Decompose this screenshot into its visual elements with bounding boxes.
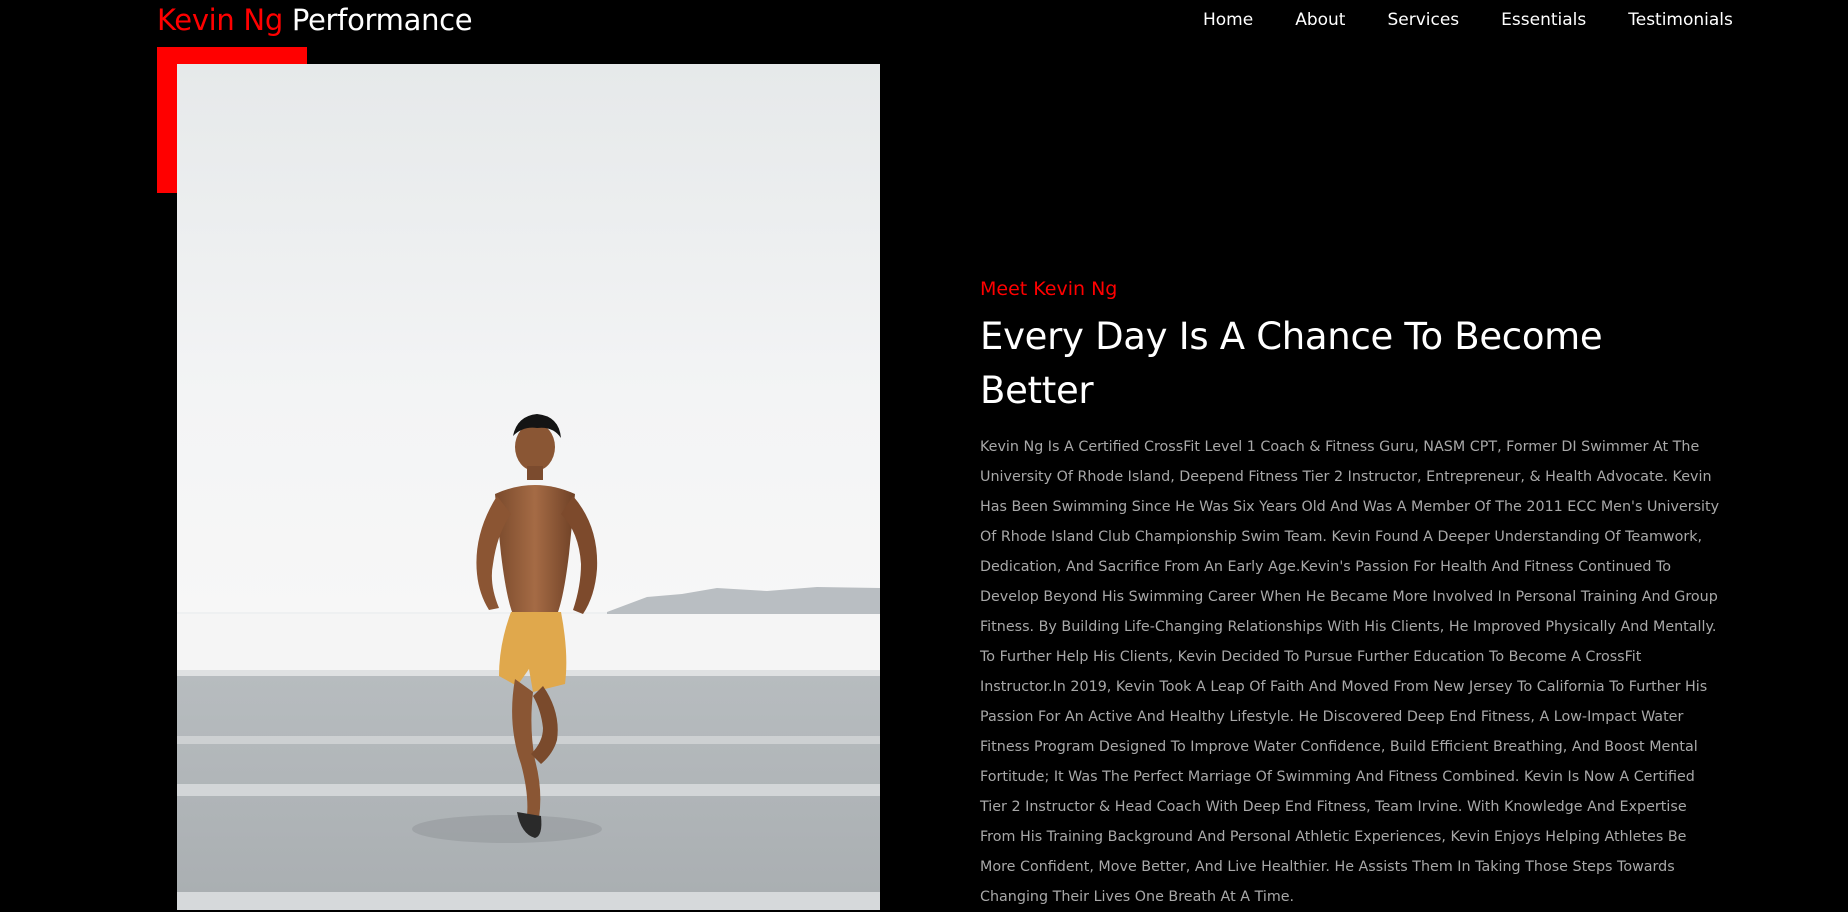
section-headline: Every Day Is A Chance To Become Better [980, 315, 1603, 412]
logo-main-text: Performance [291, 3, 473, 37]
about-section: Meet Kevin Ng Every Day Is A Chance To B… [980, 276, 1725, 912]
site-logo[interactable]: Kevin Ng Performance [157, 2, 473, 38]
nav-link-services[interactable]: Services [1387, 8, 1459, 32]
site-header: Kevin Ng Performance Home About Services… [0, 0, 1848, 42]
nav-link-essentials[interactable]: Essentials [1501, 8, 1586, 32]
logo-accent-text: Kevin Ng [157, 3, 283, 37]
section-eyebrow: Meet Kevin Ng [980, 278, 1118, 300]
nav-link-testimonials[interactable]: Testimonials [1628, 8, 1733, 32]
runner-photo [177, 64, 880, 910]
bio-paragraph: Kevin Ng Is A Certified CrossFit Level 1… [980, 439, 1720, 905]
nav-link-home[interactable]: Home [1203, 8, 1253, 32]
main-nav: Home About Services Essentials Testimoni… [1203, 8, 1733, 32]
nav-link-about[interactable]: About [1295, 8, 1345, 32]
